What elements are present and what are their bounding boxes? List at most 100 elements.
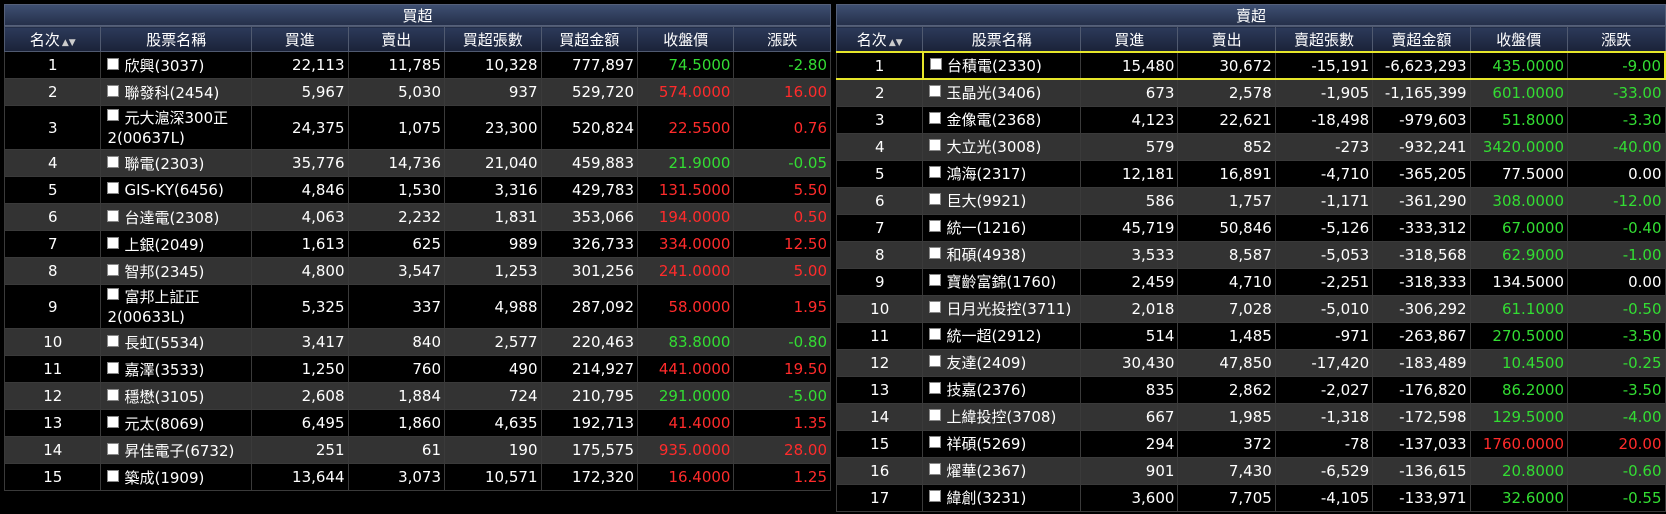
checkbox-icon[interactable] [107, 108, 120, 121]
table-row[interactable]: 5 鴻海(2317) 12,181 16,891 -4,710 -365,205 77.50… [836, 159, 1666, 188]
table-row[interactable]: 15 祥碩(5269) 294 372 -78 -137,033 1760.0000 20.0… [836, 429, 1666, 458]
checkbox-icon[interactable] [107, 334, 120, 347]
table-row[interactable]: 14 昇佳電子(6732) 251 61 190 175,575 935.0000 28.00 [4, 436, 831, 464]
checkbox-icon[interactable] [929, 193, 942, 205]
col-sell[interactable]: 賣出 [347, 26, 446, 52]
checkbox-icon[interactable] [929, 247, 942, 259]
table-row[interactable]: 8 和碩(4938) 3,533 8,587 -5,053 -318,568 62.9000… [836, 240, 1666, 269]
checkbox-icon[interactable] [929, 490, 942, 502]
checkbox-icon[interactable] [107, 287, 120, 300]
col-sell[interactable]: 賣出 [1177, 26, 1276, 53]
table-row[interactable]: 6 巨大(9921) 586 1,757 -1,171 -361,290 308.0000-… [836, 186, 1666, 215]
table-row[interactable]: 7 統一(1216) 45,719 50,846 -5,126 -333,312 67.00… [836, 213, 1666, 242]
net-amount-cell: 529,720 [540, 78, 638, 106]
col-change[interactable]: 漲跌 [1567, 26, 1666, 53]
table-row[interactable]: 1 台積電(2330) 15,480 30,672 -15,191 -6,623,293 4… [836, 51, 1666, 80]
checkbox-icon[interactable] [929, 463, 942, 475]
checkbox-icon[interactable] [107, 361, 120, 374]
checkbox-icon[interactable] [929, 382, 942, 394]
col-change[interactable]: 漲跌 [733, 26, 831, 52]
table-row[interactable]: 11 嘉澤(3533) 1,250 760 490 214,927 441.0000 19.5… [4, 355, 831, 383]
checkbox-icon[interactable] [107, 84, 120, 97]
checkbox-icon[interactable] [929, 301, 942, 313]
sell-cell: 4,710 [1177, 267, 1276, 296]
close-price-cell: 334.0000 [636, 230, 735, 258]
col-net-qty[interactable]: 買超張數 [444, 26, 542, 52]
net-amount-cell: -333,312 [1372, 213, 1471, 242]
table-row[interactable]: 4 大立光(3008) 579 852 -273 -932,241 3420.0000 -40… [836, 132, 1666, 161]
col-buy[interactable]: 買進 [251, 26, 349, 52]
checkbox-icon[interactable] [107, 182, 120, 194]
table-row[interactable]: 5 GIS-KY(6456) 4,846 1,530 3,316 429,783 131.5… [4, 176, 831, 204]
checkbox-icon[interactable] [107, 57, 120, 70]
table-row[interactable]: 2 玉晶光(3406) 673 2,578 -1,905 -1,165,399 601.00… [836, 78, 1666, 107]
net-qty-cell: 190 [444, 436, 542, 464]
checkbox-icon[interactable] [929, 436, 942, 448]
checkbox-icon[interactable] [107, 442, 120, 455]
table-row[interactable]: 15 築成(1909) 13,644 3,073 10,571 172,320 16.400… [4, 463, 831, 491]
table-row[interactable]: 10 長虹(5534) 3,417 840 2,577 220,463 83.8000 -0.… [4, 328, 831, 356]
table-row[interactable]: 17 緯創(3231) 3,600 7,705 -4,105 -133,971 32.600… [836, 483, 1666, 512]
checkbox-icon[interactable] [929, 166, 942, 178]
checkbox-icon[interactable] [929, 85, 942, 98]
rank-cell: 2 [836, 78, 924, 107]
checkbox-icon[interactable] [929, 220, 942, 232]
checkbox-icon[interactable] [107, 263, 120, 276]
checkbox-icon[interactable] [929, 409, 942, 421]
col-net-amount[interactable]: 買超金額 [540, 26, 638, 52]
table-row[interactable]: 12 穩懋(3105) 2,608 1,884 724 210,795 291.0000 -5… [4, 382, 831, 410]
checkbox-icon[interactable] [929, 58, 942, 70]
col-close[interactable]: 收盤價 [1469, 26, 1569, 53]
checkbox-icon[interactable] [107, 469, 120, 482]
col-rank[interactable]: 名次 ▲▼ [836, 26, 924, 53]
checkbox-icon[interactable] [929, 112, 942, 124]
col-buy[interactable]: 買進 [1080, 26, 1179, 53]
table-row[interactable]: 1 欣興(3037) 22,113 11,785 10,328 777,897 74.500… [4, 51, 831, 79]
col-stock-name[interactable]: 股票名稱 [100, 26, 253, 52]
checkbox-icon[interactable] [107, 415, 120, 428]
col-net-amount[interactable]: 賣超金額 [1372, 26, 1471, 53]
checkbox-icon[interactable] [107, 155, 120, 168]
table-row[interactable]: 4 聯電(2303) 35,776 14,736 21,040 459,883 21.900… [4, 149, 831, 177]
checkbox-icon[interactable] [929, 274, 942, 286]
checkbox-icon[interactable] [107, 236, 120, 249]
table-row[interactable]: 2 聯發科(2454) 5,967 5,030 937 529,720 574.0000 16… [4, 78, 831, 106]
change-cell: 1.35 [733, 409, 831, 437]
net-qty-cell: -18,498 [1274, 105, 1374, 134]
col-rank[interactable]: 名次 ▲▼ [4, 26, 102, 52]
sell-cell: 14,736 [347, 149, 446, 177]
table-row[interactable]: 8 智邦(2345) 4,800 3,547 1,253 301,256 241.0000 5… [4, 257, 831, 285]
col-net-qty[interactable]: 賣超張數 [1274, 26, 1374, 53]
checkbox-icon[interactable] [107, 388, 120, 401]
table-row[interactable]: 3 元大滬深300正2(00637L) 24,375 1,075 23,300 520,8… [4, 105, 831, 150]
table-row[interactable]: 12 友達(2409) 30,430 47,850 -17,420 -183,489 10.… [836, 348, 1666, 377]
sell-cell: 1,860 [347, 409, 446, 437]
col-close[interactable]: 收盤價 [636, 26, 735, 52]
checkbox-icon[interactable] [929, 328, 942, 340]
table-row[interactable]: 11 統一超(2912) 514 1,485 -971 -263,867 270.5000-… [836, 321, 1666, 350]
checkbox-icon[interactable] [929, 355, 942, 367]
rank-cell: 2 [4, 78, 102, 106]
table-row[interactable]: 13 元太(8069) 6,495 1,860 4,635 192,713 41.4000 1… [4, 409, 831, 437]
checkbox-icon[interactable] [929, 139, 942, 151]
checkbox-icon[interactable] [107, 209, 120, 222]
sell-cell: 1,075 [347, 105, 446, 150]
table-row[interactable]: 9 寶齡富錦(1760) 2,459 4,710 -2,251 -318,333 134.5… [836, 267, 1666, 296]
buy-cell: 2,459 [1080, 267, 1179, 296]
sort-arrows-icon[interactable]: ▲▼ [62, 38, 76, 48]
table-row[interactable]: 13 技嘉(2376) 835 2,862 -2,027 -176,820 86.2000-… [836, 375, 1666, 404]
net-amount-cell: 326,733 [540, 230, 638, 258]
sort-arrows-icon[interactable]: ▲▼ [889, 38, 903, 48]
table-row[interactable]: 14 上緯投控(3708) 667 1,985 -1,318 -172,598 129.50… [836, 402, 1666, 431]
table-row[interactable]: 16 燿華(2367) 901 7,430 -6,529 -136,615 20.8000-… [836, 456, 1666, 485]
table-row[interactable]: 9 富邦上証正2(00633L) 5,325 337 4,988 287,092 58.00… [4, 284, 831, 329]
table-row[interactable]: 10 日月光投控(3711) 2,018 7,028 -5,010 -306,292 61.… [836, 294, 1666, 323]
table-row[interactable]: 6 台達電(2308) 4,063 2,232 1,831 353,066 194.0000… [4, 203, 831, 231]
close-price-cell: 241.0000 [636, 257, 735, 285]
table-row[interactable]: 3 金像電(2368) 4,123 22,621 -18,498 -979,603 51.8… [836, 105, 1666, 134]
col-stock-name[interactable]: 股票名稱 [922, 26, 1082, 53]
change-cell: -2.80 [733, 51, 831, 79]
rank-cell: 14 [836, 402, 924, 431]
close-price-cell: 935.0000 [636, 436, 735, 464]
table-row[interactable]: 7 上銀(2049) 1,613 625 989 326,733 334.0000 12.50 [4, 230, 831, 258]
